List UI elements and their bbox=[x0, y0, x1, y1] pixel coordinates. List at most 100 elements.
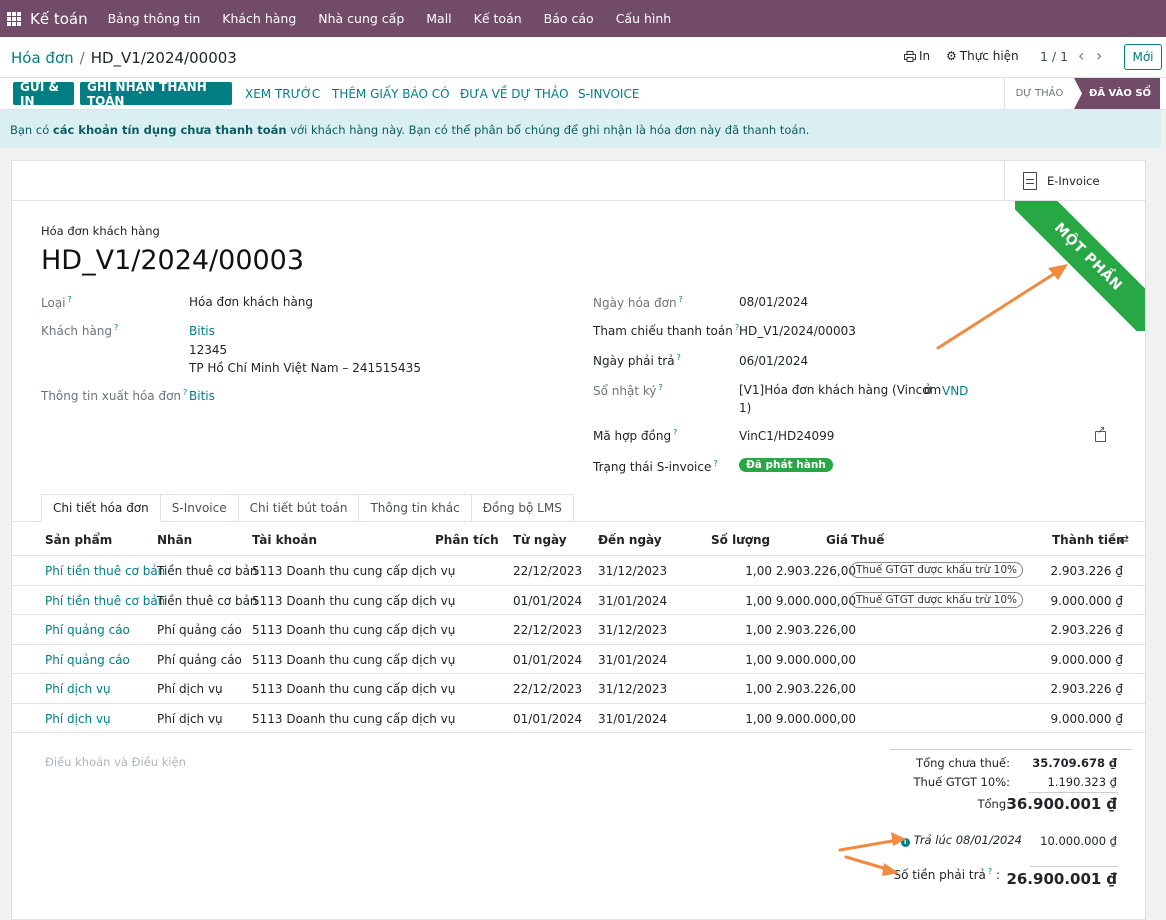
apps-grid-icon[interactable] bbox=[7, 11, 21, 26]
cell-product[interactable]: Phí dịch vụ bbox=[45, 712, 111, 726]
help-icon[interactable]: ? bbox=[713, 459, 717, 468]
chevron-left-icon[interactable]: ‹ bbox=[1078, 46, 1084, 65]
menu-accounting[interactable]: Kế toán bbox=[474, 11, 522, 26]
tab-invoice-lines[interactable]: Chi tiết hóa đơn bbox=[41, 494, 161, 522]
cell-product[interactable]: Phí quảng cáo bbox=[45, 623, 130, 637]
status-draft[interactable]: DỰ THẢO bbox=[1004, 78, 1074, 109]
untaxed-label: Tổng chưa thuế: bbox=[916, 756, 1010, 770]
terms-conditions-field[interactable]: Điều khoản và Điều kiện bbox=[45, 755, 186, 769]
help-icon[interactable]: ? bbox=[68, 295, 72, 304]
breadcrumb-invoices-link[interactable]: Hóa đơn bbox=[11, 49, 74, 67]
col-subtotal[interactable]: Thành tiền bbox=[1052, 533, 1125, 547]
cell-quantity: 1,00 bbox=[745, 593, 772, 608]
app-name[interactable]: Kế toán bbox=[30, 10, 88, 28]
external-link-icon[interactable] bbox=[1095, 425, 1106, 442]
col-quantity[interactable]: Số lượng bbox=[711, 533, 770, 547]
help-icon[interactable]: ? bbox=[183, 388, 187, 397]
action-menu-button[interactable]: ⚙ Thực hiện bbox=[946, 49, 1019, 63]
cell-account: 5113 Doanh thu cung cấp dịch vụ bbox=[252, 623, 456, 637]
cell-product[interactable]: Phí tiền thuê cơ bản bbox=[45, 564, 165, 578]
col-price[interactable]: Giá bbox=[826, 533, 848, 547]
due-date-value[interactable]: 06/01/2024 bbox=[739, 354, 808, 368]
customer-name-link[interactable]: Bitis bbox=[189, 324, 215, 338]
invoice-form-sheet: E-Invoice MỘT PHẦN Hóa đơn khách hàng HD… bbox=[11, 160, 1146, 920]
payment-line[interactable]: i Trả lúc 08/01/2024 bbox=[852, 833, 1022, 847]
notebook-tabs: Chi tiết hóa đơn S-Invoice Chi tiết bút … bbox=[41, 494, 574, 522]
top-navbar: Kế toán Bảng thông tin Khách hàng Nhà cu… bbox=[0, 0, 1166, 37]
smart-button-bar: E-Invoice bbox=[12, 161, 1145, 201]
cell-subtotal: 2.903.226 ₫ bbox=[1050, 564, 1123, 578]
s-invoice-button[interactable]: S-INVOICE bbox=[571, 82, 646, 105]
cell-label: Phí dịch vụ bbox=[157, 682, 223, 696]
optional-columns-icon[interactable]: ⇄ bbox=[1119, 532, 1129, 546]
tab-other-info[interactable]: Thông tin khác bbox=[359, 494, 472, 522]
tab-lms-sync[interactable]: Đồng bộ LMS bbox=[471, 494, 574, 522]
tab-s-invoice[interactable]: S-Invoice bbox=[160, 494, 239, 522]
col-analytic[interactable]: Phân tích bbox=[435, 533, 499, 547]
new-button[interactable]: Mới bbox=[1124, 44, 1162, 70]
tab-journal-items[interactable]: Chi tiết bút toán bbox=[238, 494, 360, 522]
document-icon bbox=[1023, 171, 1037, 190]
table-row[interactable]: Phí dịch vụ Phí dịch vụ 5113 Doanh thu c… bbox=[12, 674, 1145, 704]
preview-button[interactable]: XEM TRƯỚC bbox=[238, 82, 327, 105]
help-icon[interactable]: ? bbox=[658, 383, 662, 392]
add-credit-note-button[interactable]: THÊM GIẤY BÁO CÓ bbox=[325, 82, 457, 105]
menu-customers[interactable]: Khách hàng bbox=[222, 11, 296, 26]
cell-from-date: 22/12/2023 bbox=[513, 564, 583, 578]
e-invoice-button[interactable]: E-Invoice bbox=[1004, 161, 1145, 200]
col-label[interactable]: Nhãn bbox=[157, 533, 192, 547]
help-icon[interactable]: ? bbox=[679, 295, 683, 304]
menu-configuration[interactable]: Cấu hình bbox=[616, 11, 672, 26]
invoice-info-link[interactable]: Bitis bbox=[189, 389, 215, 403]
help-icon[interactable]: ? bbox=[114, 323, 118, 332]
table-row[interactable]: Phí tiền thuê cơ bản Tiền thuê cơ bản 51… bbox=[12, 556, 1145, 586]
col-product[interactable]: Sản phẩm bbox=[45, 533, 112, 547]
cell-product[interactable]: Phí tiền thuê cơ bản bbox=[45, 594, 165, 608]
col-tax[interactable]: Thuế bbox=[851, 533, 884, 547]
tax-tag: Thuế GTGT được khấu trừ 10% bbox=[850, 591, 1023, 608]
cell-from-date: 22/12/2023 bbox=[513, 623, 583, 637]
payment-ref-value[interactable]: HD_V1/2024/00003 bbox=[739, 324, 856, 338]
info-icon[interactable]: i bbox=[900, 838, 910, 847]
menu-dashboard[interactable]: Bảng thông tin bbox=[108, 11, 201, 26]
pager-value[interactable]: 1 / 1 bbox=[1040, 49, 1068, 64]
vat-label: Thuế GTGT 10%: bbox=[913, 775, 1010, 789]
status-posted[interactable]: ĐÃ VÀO SỔ bbox=[1074, 78, 1160, 109]
col-from-date[interactable]: Từ ngày bbox=[513, 533, 567, 547]
cell-price: 9.000.000,00 bbox=[775, 711, 856, 726]
e-invoice-label: E-Invoice bbox=[1047, 173, 1100, 188]
alert-credits-link[interactable]: các khoản tín dụng chưa thanh toán bbox=[53, 123, 287, 137]
contract-value[interactable]: VinC1/HD24099 bbox=[739, 429, 834, 443]
print-button[interactable]: In bbox=[904, 49, 930, 63]
action-label: Thực hiện bbox=[959, 49, 1019, 63]
type-value[interactable]: Hóa đơn khách hàng bbox=[189, 295, 313, 309]
col-to-date[interactable]: Đến ngày bbox=[598, 533, 662, 547]
send-print-button[interactable]: GỬI & IN bbox=[13, 80, 74, 108]
table-row[interactable]: Phí tiền thuê cơ bản Tiền thuê cơ bản 51… bbox=[12, 586, 1145, 615]
help-icon[interactable]: ? bbox=[988, 867, 992, 876]
table-row[interactable]: Phí quảng cáo Phí quảng cáo 5113 Doanh t… bbox=[12, 645, 1145, 674]
help-icon[interactable]: ? bbox=[673, 428, 677, 437]
reset-to-draft-button[interactable]: ĐƯA VỀ DỰ THẢO bbox=[453, 82, 576, 105]
breadcrumb: Hóa đơn / HD_V1/2024/00003 bbox=[11, 49, 237, 67]
cell-label: Tiền thuê cơ bản bbox=[157, 564, 258, 578]
menu-mall[interactable]: Mall bbox=[426, 11, 451, 26]
table-row[interactable]: Phí quảng cáo Phí quảng cáo 5113 Doanh t… bbox=[12, 615, 1145, 645]
journal-value[interactable]: [V1]Hóa đơn khách hàng (Vincom bbox=[739, 383, 941, 397]
register-payment-button[interactable]: GHI NHẬN THANH TOÁN bbox=[80, 80, 232, 108]
outstanding-credits-alert: Bạn có các khoản tín dụng chưa thanh toá… bbox=[0, 110, 1161, 148]
cell-quantity: 1,00 bbox=[745, 564, 772, 578]
menu-vendors[interactable]: Nhà cung cấp bbox=[318, 11, 404, 26]
print-label: In bbox=[919, 49, 931, 63]
col-account[interactable]: Tài khoản bbox=[252, 533, 317, 547]
cell-product[interactable]: Phí dịch vụ bbox=[45, 682, 111, 696]
invoice-date-value[interactable]: 08/01/2024 bbox=[739, 295, 808, 309]
table-row[interactable]: Phí dịch vụ Phí dịch vụ 5113 Doanh thu c… bbox=[12, 704, 1145, 733]
currency-link[interactable]: VND bbox=[942, 384, 968, 398]
chevron-right-icon[interactable]: › bbox=[1096, 46, 1102, 65]
help-icon[interactable]: ? bbox=[677, 353, 681, 362]
vat-amount: 1.190.323 ₫ bbox=[1047, 775, 1118, 789]
cell-product[interactable]: Phí quảng cáo bbox=[45, 653, 130, 667]
amount-due: 26.900.001 ₫ bbox=[1006, 870, 1117, 888]
menu-reports[interactable]: Báo cáo bbox=[544, 11, 594, 26]
